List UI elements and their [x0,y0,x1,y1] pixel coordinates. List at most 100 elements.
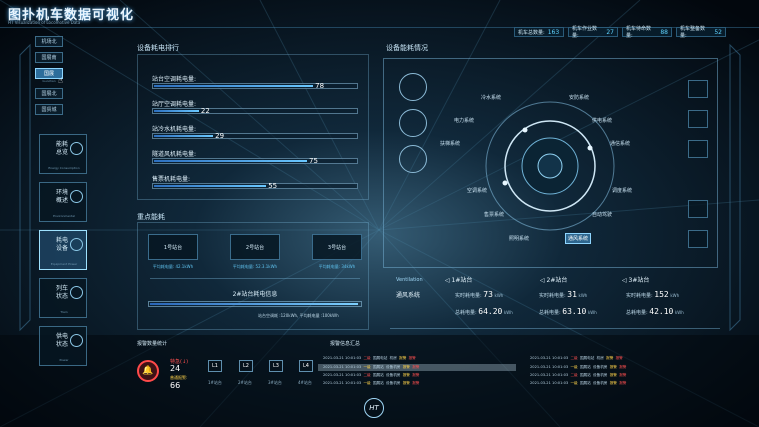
ranking-value: 75 [309,157,318,165]
log-row[interactable]: 2021-03-21 10:01:03 一级 国展站 设备机房 报警 报警 [323,365,419,370]
log-row[interactable]: 2021-03-21 10:01:03 一级 国展站 设备机房 报警 报警 [323,381,419,386]
cursor-hand-icon: ☝ [58,76,63,85]
station-2-total: 总耗电量: 63.10 kWh [539,307,597,316]
system-lighting[interactable]: 照明系统 [509,235,529,242]
module-energy[interactable]: 能耗 总览 Energy Consumption [39,134,87,174]
side-button-2[interactable] [688,110,708,128]
bell-icon: 🔔 [137,360,159,382]
ranking-title: 设备耗电排行 [137,44,179,52]
side-button-1[interactable] [688,80,708,98]
ranking-label: 隧道风机耗电量: [152,151,197,158]
module-subtitle: Equipment Power [50,262,78,266]
ranking-label: 站台空调耗电量: [152,76,197,83]
ranking-label: 站冷水机耗电量: [152,126,197,133]
lightning-icon [70,142,83,155]
module-title: 能耗 总览 [56,141,69,156]
city-item-jichangbei[interactable]: 机场北 [35,36,63,47]
log-row[interactable]: 2021-03-21 10:01:03 二级 国展站 设备机房 报警 报警 [530,373,626,378]
module-subtitle: Power [59,358,69,362]
side-button-3[interactable] [688,140,708,158]
log-row[interactable]: 2021-03-21 10:01:03 一级 国展站 设备机房 报警 报警 [530,365,626,370]
log-row[interactable]: 2021-03-21 10:01:03 二级 国展站 设备机房 报警 报警 [323,373,419,378]
system-security[interactable]: 安防系统 [569,94,589,101]
module-subtitle: Environmental [53,214,75,218]
ranking-value: 55 [268,182,278,190]
system-auto-drive[interactable]: 自动驾驶 [592,211,612,218]
system-communication[interactable]: 通信系统 [610,140,630,147]
zone-2-info: 平均耗电量: 52.3.1kWh [232,264,278,269]
module-environment[interactable]: 环境 概述 Environmental [39,182,87,222]
log-row[interactable]: 2021-03-21 10:01:03 二级 国展电站 机房 报警 报警 [323,356,416,361]
city-sublabel: Guozhan [42,79,56,83]
module-train[interactable]: 列车 状态 Train [39,278,87,318]
ranking-label: 售票机耗电量: [152,176,191,183]
footer-logo: HT [364,398,384,418]
system-air-conditioning[interactable]: 空调系统 [467,187,487,194]
module-power-supply[interactable]: 供电 状态 Power [39,326,87,366]
key-energy-title: 重点能耗 [137,213,165,221]
alarm-title: 报警数量统计 [137,341,168,347]
system-escalator[interactable]: 扶梯系统 [440,140,460,147]
ranking-fill [154,160,307,162]
ranking-fill [154,135,214,137]
zone-name: 3号站台 [327,245,347,251]
log-row[interactable]: 2021-03-21 10:01:03 一级 国展站 设备机房 报警 报警 [530,381,626,386]
log-row[interactable]: 2021-03-21 10:01:03 二级 国展电站 机房 报警 报警 [530,356,623,361]
city-label: 国展南 [41,55,57,61]
city-item-guomaocheng[interactable]: 国贸城 [35,104,63,115]
system-ventilation[interactable]: 通风系统 [565,233,592,244]
module-subtitle: Train [60,310,68,314]
device-icon [70,238,83,251]
station-3-total: 总耗电量: 42.10 kWh [626,307,684,316]
module-power-device[interactable]: 耗电 设备 Equipment Power [39,230,87,270]
detail-title: 2#站台耗电信息 [232,291,278,298]
station-1-name: ◁ 1#站台 [445,277,473,284]
ventilation-divider [390,328,720,329]
system-power-supply[interactable]: 供电系统 [592,117,612,124]
station-1-real: 实时耗电量: 73 kWh [455,290,504,299]
line-L4[interactable]: L4 [299,360,313,372]
module-subtitle: Energy Consumption [48,166,80,170]
line-L1[interactable]: L1 [208,360,222,372]
ranking-fill [154,85,314,87]
gauge-icon [70,190,83,203]
system-ticketing[interactable]: 售票系统 [484,211,504,218]
line-L2[interactable]: L2 [239,360,253,372]
detail-text: 站台空调耗 :120kWh, 平均耗电量 :100kWh [258,313,339,318]
zone-3-button[interactable]: 3号站台 [312,234,362,260]
gauge-2 [399,109,427,137]
city-label: 国展 [43,71,54,77]
ranking-track [152,108,358,114]
side-button-4[interactable] [688,200,708,218]
stat-maintenance: 机车整备数量: 52 [676,26,726,39]
line-name: 1#站台 [208,380,222,385]
detail-bar-fill [150,303,358,305]
line-name: 4#站台 [298,380,312,385]
ranking-row: 站台空调耗电量: 78 [150,74,360,92]
ranking-track [152,83,358,89]
gauge-1 [399,73,427,101]
city-item-guozhanbei[interactable]: 国展北 [35,88,63,99]
ranking-fill [154,110,199,112]
ranking-value: 22 [200,107,210,115]
zone-name: 2号站台 [245,245,265,251]
stat-standby: 机车待命数量: 88 [622,26,672,39]
ranking-row: 站冷水机耗电量: 29 [150,124,360,142]
alarm-minor-value: 66 [170,381,181,390]
system-dispatch[interactable]: 调度系统 [612,187,632,194]
line-name: 2#站台 [238,380,252,385]
system-electric[interactable]: 电力系统 [454,117,474,124]
zone-2-button[interactable]: 2号站台 [230,234,280,260]
ventilation-tag: Ventilation [396,277,423,283]
ventilation-system: 通风系统 [396,292,421,299]
module-title: 环境 概述 [56,189,69,204]
line-L3[interactable]: L3 [269,360,283,372]
side-button-5[interactable] [688,230,708,248]
zone-1-info: 平均耗电量: 42.1kWh [152,264,194,269]
ranking-row: 售票机耗电量: 55 [150,174,360,192]
train-icon [70,286,83,299]
system-chilled-water[interactable]: 冷水系统 [481,94,501,101]
zone-1-button[interactable]: 1号站台 [148,234,198,260]
module-title: 供电 状态 [56,333,69,348]
city-item-guozhannan[interactable]: 国展南 [35,52,63,63]
